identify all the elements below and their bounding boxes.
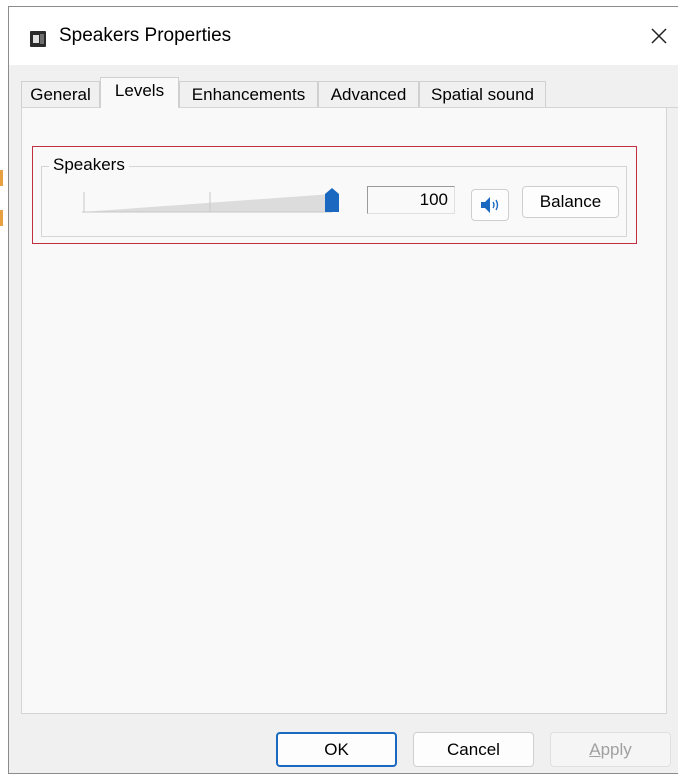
tab-enhancements[interactable]: Enhancements <box>179 81 318 107</box>
speaker-app-icon <box>30 31 46 47</box>
ok-button[interactable]: OK <box>276 732 397 767</box>
apply-button: Apply <box>550 732 671 767</box>
tab-spatial-sound[interactable]: Spatial sound <box>419 81 546 107</box>
cancel-button[interactable]: Cancel <box>413 732 534 767</box>
tab-levels[interactable]: Levels <box>100 77 179 108</box>
speakers-properties-dialog: Speakers Properties General Levels Enhan… <box>8 6 678 774</box>
background-window-edge <box>0 170 8 226</box>
apply-label-mnemonic: A <box>589 740 601 759</box>
slider-thumb[interactable] <box>325 188 339 212</box>
slider-track <box>82 194 332 212</box>
apply-label-rest: pply <box>600 740 632 759</box>
close-icon <box>651 28 667 44</box>
window-title: Speakers Properties <box>59 25 232 46</box>
tab-bar: General Levels Enhancements Advanced Spa… <box>21 77 678 108</box>
speaker-icon <box>481 197 499 213</box>
close-button[interactable] <box>644 21 674 51</box>
speakers-group-label: Speakers <box>49 155 129 175</box>
volume-value-field[interactable]: 100 <box>367 186 455 214</box>
balance-button[interactable]: Balance <box>522 186 619 218</box>
title-bar: Speakers Properties <box>9 7 678 65</box>
levels-tab-panel: Speakers 100 Balance <box>21 108 667 714</box>
tab-advanced[interactable]: Advanced <box>318 81 419 107</box>
volume-slider[interactable] <box>82 180 342 218</box>
tab-general[interactable]: General <box>21 81 100 107</box>
mute-button[interactable] <box>471 189 509 221</box>
